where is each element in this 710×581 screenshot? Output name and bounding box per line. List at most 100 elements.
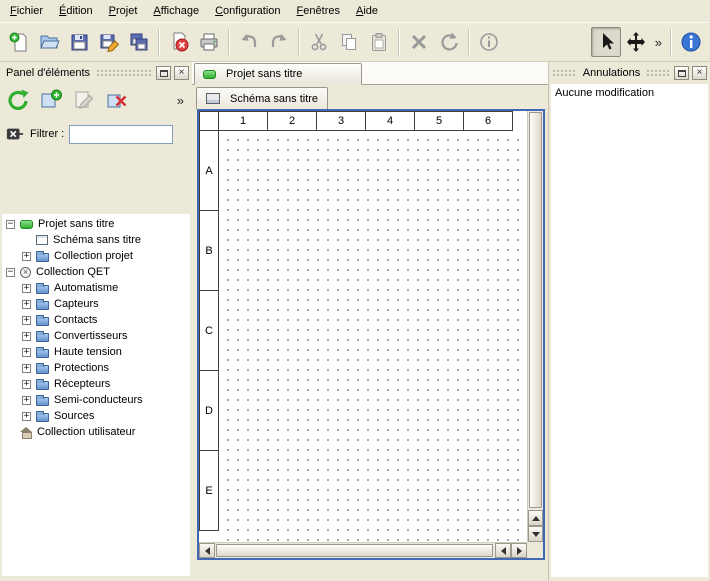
panel-overflow-chevron[interactable]: » [173, 93, 188, 108]
rotate-button[interactable] [434, 27, 464, 57]
tree-item-protections[interactable]: + Protections [2, 360, 190, 376]
undo-panel-titlebar[interactable]: Annulations × [552, 64, 707, 82]
tree-item-convertisseurs[interactable]: + Convertisseurs [2, 328, 190, 344]
delete-button[interactable] [404, 27, 434, 57]
collapse-icon[interactable]: − [6, 268, 15, 277]
scroll-right-button[interactable] [511, 543, 527, 558]
tree-item-automatisme[interactable]: + Automatisme [2, 280, 190, 296]
tree-item-semi-conducteurs[interactable]: + Semi-conducteurs [2, 392, 190, 408]
menu-configuration[interactable]: Configuration [207, 1, 288, 21]
horizontal-scrollbar[interactable] [199, 542, 527, 558]
expand-icon[interactable]: + [22, 316, 31, 325]
elements-panel-titlebar[interactable]: Panel d'éléments × [3, 64, 189, 82]
undo-button[interactable] [234, 27, 264, 57]
tree-item-label: Projet sans titre [38, 218, 114, 230]
menu-fenetres[interactable]: Fenêtres [289, 1, 348, 21]
save-button[interactable] [64, 27, 94, 57]
mdi-tab-bar: Projet sans titre [192, 62, 548, 85]
toolbar-separator [398, 29, 400, 55]
menu-fichier[interactable]: Fichier [2, 1, 51, 21]
folder-icon [36, 397, 49, 406]
about-info-icon [680, 31, 702, 53]
column-header: 6 [463, 111, 513, 131]
info-button[interactable] [474, 27, 504, 57]
expand-icon[interactable]: + [22, 396, 31, 405]
close-panel-button[interactable]: × [692, 66, 707, 80]
reload-collections-button[interactable] [4, 86, 32, 114]
vertical-scrollbar[interactable] [527, 111, 543, 542]
menu-aide[interactable]: Aide [348, 1, 386, 21]
expand-icon[interactable]: + [22, 252, 31, 261]
filter-input[interactable] [69, 125, 173, 144]
horizontal-scroll-thumb[interactable] [216, 544, 493, 557]
close-document-button[interactable] [164, 27, 194, 57]
tree-item-sources[interactable]: + Sources [2, 408, 190, 424]
dock-drag-handle[interactable] [646, 69, 671, 77]
tree-item-recepteurs[interactable]: + Récepteurs [2, 376, 190, 392]
open-document-button[interactable] [34, 27, 64, 57]
dock-drag-handle[interactable] [552, 69, 577, 77]
tree-item-label: Convertisseurs [54, 330, 127, 342]
tree-item-label: Collection projet [54, 250, 133, 262]
print-button[interactable] [194, 27, 224, 57]
expand-icon[interactable]: + [22, 300, 31, 309]
tree-item-collection-qet[interactable]: − × Collection QET [2, 264, 190, 280]
scroll-up-button[interactable] [528, 510, 543, 526]
toolbar-separator [158, 29, 160, 55]
menu-affichage[interactable]: Affichage [145, 1, 207, 21]
scroll-left-button-2[interactable] [495, 543, 511, 558]
tree-item-capteurs[interactable]: + Capteurs [2, 296, 190, 312]
tree-item-projet-sans-titre[interactable]: − Projet sans titre [2, 216, 190, 232]
select-mode-button[interactable] [591, 27, 621, 57]
toolbar-overflow-chevron[interactable]: » [651, 35, 666, 50]
scroll-down-button[interactable] [528, 526, 543, 542]
expand-icon[interactable]: + [22, 380, 31, 389]
collapse-icon[interactable]: − [6, 220, 15, 229]
new-document-button[interactable] [4, 27, 34, 57]
tree-item-label: Automatisme [54, 282, 118, 294]
scroll-left-button[interactable] [199, 543, 215, 558]
tab-projet-sans-titre[interactable]: Projet sans titre [194, 63, 362, 85]
vertical-scroll-thumb[interactable] [529, 112, 542, 508]
column-header: 4 [365, 111, 415, 131]
new-element-button[interactable] [37, 86, 65, 114]
expand-icon[interactable]: + [22, 412, 31, 421]
delete-element-button[interactable] [103, 86, 131, 114]
float-icon [678, 70, 686, 77]
redo-button[interactable] [264, 27, 294, 57]
expand-icon[interactable]: + [22, 332, 31, 341]
schema-canvas[interactable] [219, 131, 527, 542]
undo-history-list[interactable]: Aucune modification [551, 84, 708, 577]
save-all-button[interactable] [124, 27, 154, 57]
schema-view[interactable]: 1 2 3 4 5 6 A B C D E [197, 109, 545, 560]
column-header: 5 [414, 111, 464, 131]
tree-item-collection-projet[interactable]: + Collection projet [2, 248, 190, 264]
tree-item-schema-sans-titre[interactable]: Schéma sans titre [2, 232, 190, 248]
clear-filter-button[interactable] [5, 124, 25, 144]
dock-drag-handle[interactable] [96, 69, 153, 77]
about-button[interactable] [676, 27, 706, 57]
cut-button[interactable] [304, 27, 334, 57]
expand-icon[interactable]: + [22, 364, 31, 373]
copy-button[interactable] [334, 27, 364, 57]
menu-projet[interactable]: Projet [101, 1, 146, 21]
float-panel-button[interactable] [674, 66, 689, 80]
edit-element-button[interactable] [70, 86, 98, 114]
tree-item-collection-utilisateur[interactable]: Collection utilisateur [2, 424, 190, 440]
tree-item-contacts[interactable]: + Contacts [2, 312, 190, 328]
expand-icon[interactable]: + [22, 348, 31, 357]
float-panel-button[interactable] [156, 66, 171, 80]
tab-schema-sans-titre[interactable]: Schéma sans titre [196, 87, 328, 109]
elements-tree[interactable]: − Projet sans titre Schéma sans titre + … [2, 214, 190, 576]
move-mode-button[interactable] [621, 27, 651, 57]
close-panel-button[interactable]: × [174, 66, 189, 80]
folder-icon [36, 413, 49, 422]
paste-button[interactable] [364, 27, 394, 57]
delete-icon [408, 31, 430, 53]
home-icon [20, 427, 32, 438]
undo-panel: Annulations × Aucune modification [548, 62, 710, 581]
tree-item-haute-tension[interactable]: + Haute tension [2, 344, 190, 360]
menu-edition[interactable]: Édition [51, 1, 101, 21]
expand-icon[interactable]: + [22, 284, 31, 293]
save-as-button[interactable] [94, 27, 124, 57]
